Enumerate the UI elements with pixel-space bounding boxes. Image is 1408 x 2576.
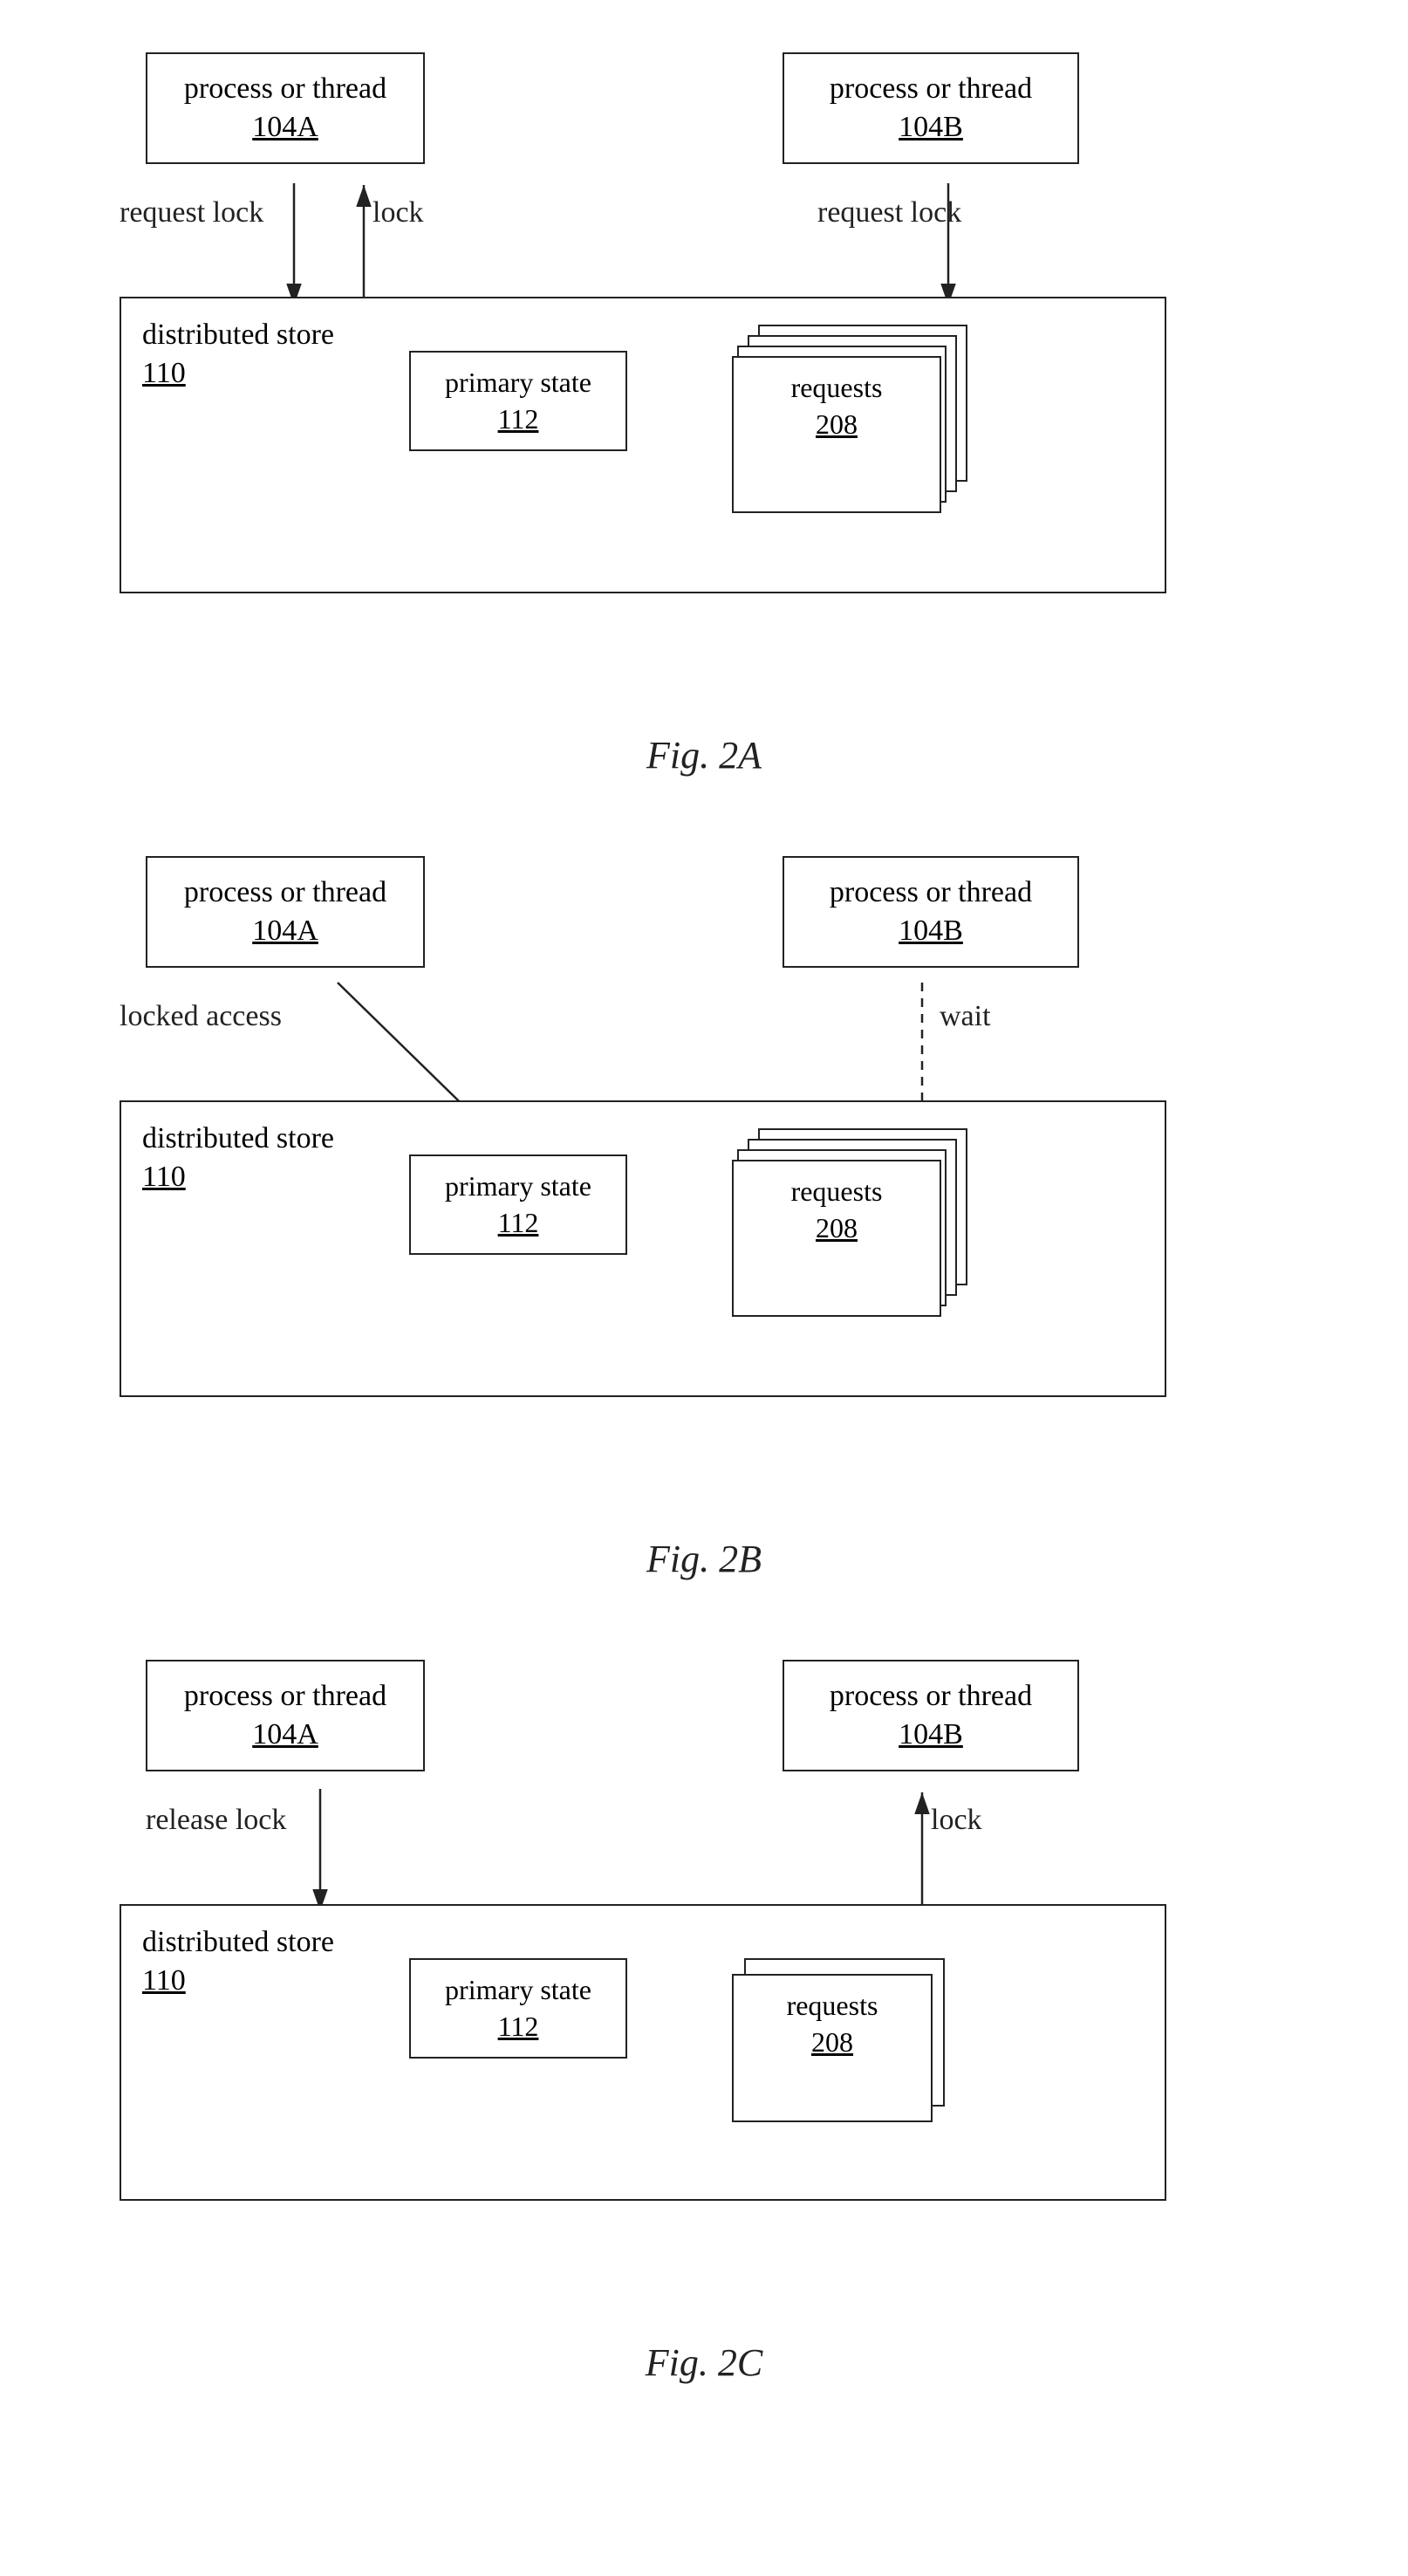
fig-2a-label: Fig. 2A xyxy=(646,733,762,778)
proc-b-text: process or thread xyxy=(830,72,1032,105)
request-card-0: requests 208 xyxy=(732,356,941,513)
proc-a-box: process or thread 104A xyxy=(146,1660,425,1771)
request-cards: requests 208 xyxy=(732,1958,959,2133)
figure-2b: process or thread 104A locked access pro… xyxy=(93,839,1315,1590)
proc-a-text: process or thread xyxy=(184,72,386,105)
request-lock-label-a: request lock xyxy=(120,196,263,230)
store-label: distributed store 110 xyxy=(121,1906,355,2018)
request-card-0: requests 208 xyxy=(732,1160,941,1317)
locked-access-label: locked access xyxy=(120,1000,282,1033)
requests-text: requests xyxy=(787,1990,878,2021)
proc-a-id: 104A xyxy=(168,912,402,950)
proc-b-text: process or thread xyxy=(830,876,1032,908)
request-card-0: requests 208 xyxy=(732,1974,933,2122)
store-id: 110 xyxy=(142,1962,334,2000)
proc-a-box: process or thread 104A xyxy=(146,856,425,968)
primary-state-id: 112 xyxy=(427,401,610,438)
store-text: distributed store xyxy=(142,1122,334,1154)
diagram-2b: process or thread 104A locked access pro… xyxy=(93,839,1315,1519)
primary-state-text: primary state xyxy=(445,367,591,398)
figure-2c: process or thread 104A release lock proc… xyxy=(93,1642,1315,2394)
store-box: distributed store 110 primary state 112 … xyxy=(120,1100,1166,1397)
proc-b-box: process or thread 104B xyxy=(783,1660,1079,1771)
store-text: distributed store xyxy=(142,319,334,351)
primary-state-id: 112 xyxy=(427,2009,610,2045)
requests-id: 208 xyxy=(749,2024,915,2061)
diagram-2c: process or thread 104A release lock proc… xyxy=(93,1642,1315,2323)
store-id: 110 xyxy=(142,1158,334,1196)
store-box: distributed store 110 primary state 112 … xyxy=(120,297,1166,593)
diagram-2a: process or thread 104A request lock lock… xyxy=(93,35,1315,716)
proc-b-id: 104B xyxy=(805,108,1056,147)
request-lock-label-b: request lock xyxy=(817,196,961,230)
release-lock-label: release lock xyxy=(146,1804,286,1837)
primary-state-box: primary state 112 xyxy=(409,351,627,451)
proc-b-box: process or thread 104B xyxy=(783,52,1079,164)
requests-id: 208 xyxy=(749,1210,924,1247)
fig-2b-label: Fig. 2B xyxy=(646,1537,762,1581)
primary-state-id: 112 xyxy=(427,1205,610,1242)
proc-a-id: 104A xyxy=(168,108,402,147)
proc-a-text: process or thread xyxy=(184,1680,386,1712)
lock-label-c: lock xyxy=(931,1804,982,1837)
requests-text: requests xyxy=(791,372,883,403)
proc-b-text: process or thread xyxy=(830,1680,1032,1712)
store-label: distributed store 110 xyxy=(121,298,355,410)
store-text: distributed store xyxy=(142,1926,334,1958)
request-cards: requests 208 xyxy=(732,325,976,534)
lock-label-a: lock xyxy=(373,196,424,230)
proc-b-id: 104B xyxy=(805,912,1056,950)
figure-2a: process or thread 104A request lock lock… xyxy=(93,35,1315,786)
store-id: 110 xyxy=(142,354,334,393)
request-cards: requests 208 xyxy=(732,1128,976,1338)
wait-label: wait xyxy=(940,1000,991,1033)
primary-state-text: primary state xyxy=(445,1974,591,2005)
fig-2c-label: Fig. 2C xyxy=(646,2340,762,2385)
primary-state-text: primary state xyxy=(445,1170,591,1202)
proc-a-box: process or thread 104A xyxy=(146,52,425,164)
store-label: distributed store 110 xyxy=(121,1102,355,1214)
primary-state-box: primary state 112 xyxy=(409,1154,627,1255)
proc-b-id: 104B xyxy=(805,1716,1056,1754)
store-box: distributed store 110 primary state 112 … xyxy=(120,1904,1166,2201)
primary-state-box: primary state 112 xyxy=(409,1958,627,2059)
proc-a-id: 104A xyxy=(168,1716,402,1754)
requests-id: 208 xyxy=(749,407,924,443)
proc-a-text: process or thread xyxy=(184,876,386,908)
proc-b-box: process or thread 104B xyxy=(783,856,1079,968)
requests-text: requests xyxy=(791,1175,883,1207)
